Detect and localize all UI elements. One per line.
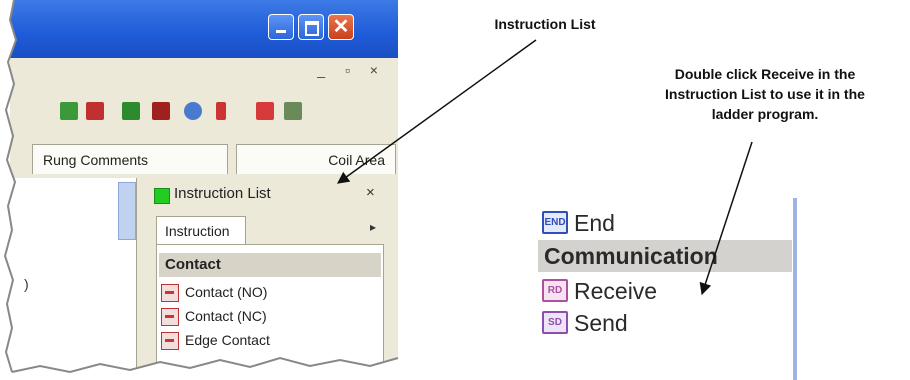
list-item-label: End — [574, 210, 615, 236]
panel-border — [793, 198, 797, 380]
end-icon: END — [542, 211, 568, 235]
callout-instruction-list: Instruction List — [494, 16, 596, 32]
left-screenshot-crop: ✕ _ ▫ × Rung Comments Coil Area ) Instru… — [0, 0, 400, 380]
category-header: Communication — [538, 240, 792, 272]
list-item-send[interactable]: SD Send — [542, 308, 628, 338]
callout-line: Instruction List to use it in the — [665, 86, 865, 102]
callout-line: Double click Receive in the — [674, 66, 856, 82]
list-item-label: Send — [574, 310, 628, 336]
send-icon: SD — [542, 311, 568, 335]
callout-line: ladder program. — [711, 106, 819, 122]
list-item-label: Receive — [574, 278, 658, 304]
callout-double-click: Double click Receive in the Instruction … — [630, 64, 900, 124]
zoomed-instruction-list: END End Communication RD Receive SD Send — [538, 198, 800, 380]
receive-icon: RD — [542, 279, 568, 303]
list-item-end[interactable]: END End — [542, 208, 615, 238]
list-item-receive[interactable]: RD Receive — [542, 276, 657, 306]
torn-edge-overlay — [0, 0, 400, 380]
